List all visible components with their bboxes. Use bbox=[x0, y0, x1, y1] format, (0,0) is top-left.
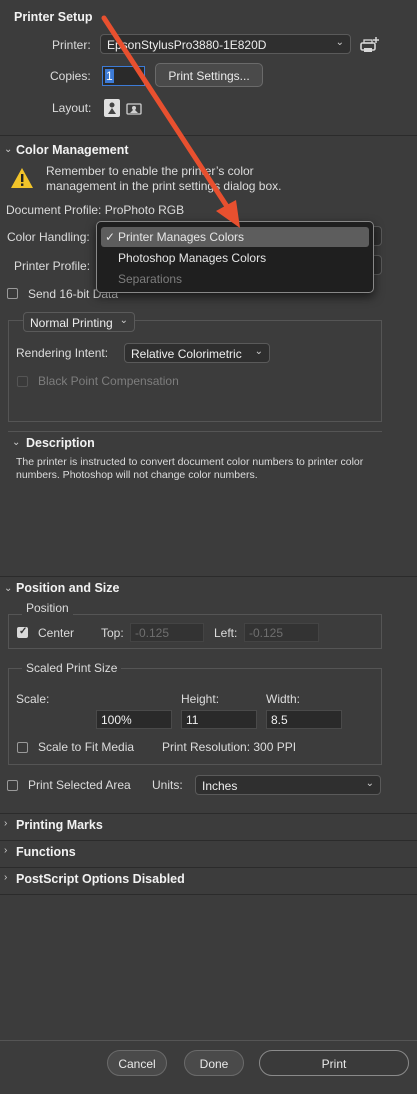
expand-chevron-icon[interactable]: ⌄ bbox=[4, 144, 12, 155]
units-label: Units: bbox=[152, 778, 183, 792]
expand-chevron-icon[interactable]: ⌄ bbox=[4, 583, 12, 594]
scale-to-fit-checkbox[interactable] bbox=[17, 742, 28, 753]
height-value: 11 bbox=[186, 713, 199, 727]
scale-to-fit-label: Scale to Fit Media bbox=[38, 740, 135, 754]
divider bbox=[0, 840, 417, 841]
divider bbox=[0, 576, 417, 577]
printer-profile-label: Printer Profile: bbox=[14, 259, 91, 273]
menu-item-photoshop-manages[interactable]: Photoshop Manages Colors bbox=[101, 248, 369, 268]
divider bbox=[0, 1040, 417, 1041]
print-selected-area-label: Print Selected Area bbox=[28, 778, 131, 792]
height-input[interactable]: 11 bbox=[181, 710, 257, 729]
width-label: Width: bbox=[266, 692, 301, 706]
divider bbox=[0, 894, 417, 895]
divider bbox=[0, 135, 417, 136]
printer-select-value: EpsonStylusPro3880-1E820D bbox=[107, 38, 267, 52]
scale-value: 100% bbox=[101, 713, 132, 727]
printing-marks-section[interactable]: Printing Marks bbox=[16, 818, 103, 832]
print-button[interactable]: Print bbox=[259, 1050, 409, 1076]
color-handling-label: Color Handling: bbox=[7, 230, 90, 244]
menu-item-label: Separations bbox=[118, 272, 183, 286]
menu-item-label: Photoshop Manages Colors bbox=[118, 251, 267, 265]
print-selected-area-checkbox[interactable] bbox=[7, 780, 18, 791]
color-reminder-text: Remember to enable the printer’s color m… bbox=[46, 164, 282, 193]
rendering-intent-select[interactable]: Relative Colorimetric ⌄ bbox=[124, 343, 270, 363]
normal-printing-select[interactable]: Normal Printing ⌄ bbox=[23, 312, 135, 332]
position-size-title: Position and Size bbox=[16, 581, 120, 595]
menu-item-label: Printer Manages Colors bbox=[118, 230, 245, 244]
scale-label: Scale: bbox=[16, 692, 50, 706]
copies-label: Copies: bbox=[50, 69, 91, 83]
left-label: Left: bbox=[214, 626, 238, 640]
printer-add-icon[interactable] bbox=[360, 36, 380, 57]
black-point-checkbox[interactable] bbox=[17, 376, 28, 387]
rendering-intent-label: Rendering Intent: bbox=[16, 346, 109, 360]
black-point-label: Black Point Compensation bbox=[38, 374, 179, 388]
landscape-layout-icon[interactable] bbox=[126, 101, 142, 115]
expand-chevron-icon[interactable]: ⌄ bbox=[12, 437, 20, 448]
top-value: -0.125 bbox=[135, 626, 170, 640]
portrait-layout-icon[interactable] bbox=[104, 99, 120, 117]
printer-select[interactable]: EpsonStylusPro3880-1E820D ⌄ bbox=[100, 34, 351, 54]
width-input[interactable]: 8.5 bbox=[266, 710, 342, 729]
top-label: Top: bbox=[101, 626, 124, 640]
postscript-section[interactable]: PostScript Options Disabled bbox=[16, 872, 185, 886]
printer-label: Printer: bbox=[52, 38, 91, 52]
collapse-chevron-icon[interactable]: › bbox=[4, 845, 7, 856]
chevron-down-icon: ⌄ bbox=[119, 315, 128, 326]
print-settings-button[interactable]: Print Settings... bbox=[155, 63, 263, 87]
warning-icon bbox=[10, 167, 34, 192]
description-text: The printer is instructed to convert doc… bbox=[16, 456, 364, 481]
center-checkbox[interactable] bbox=[17, 626, 28, 638]
copies-input[interactable]: 1 bbox=[102, 66, 145, 86]
cancel-button[interactable]: Cancel bbox=[107, 1050, 167, 1076]
height-label: Height: bbox=[181, 692, 220, 706]
printer-setup-title: Printer Setup bbox=[14, 10, 93, 24]
menu-item-separations: Separations bbox=[101, 269, 369, 289]
left-value: -0.125 bbox=[249, 626, 284, 640]
scale-input[interactable]: 100% bbox=[96, 710, 172, 729]
collapse-chevron-icon[interactable]: › bbox=[4, 872, 7, 883]
chevron-down-icon: ⌄ bbox=[254, 346, 263, 357]
normal-printing-value: Normal Printing bbox=[30, 316, 113, 330]
divider bbox=[0, 813, 417, 814]
top-input[interactable]: -0.125 bbox=[130, 623, 204, 642]
left-input[interactable]: -0.125 bbox=[244, 623, 319, 642]
description-title: Description bbox=[26, 436, 95, 450]
divider bbox=[8, 431, 382, 432]
divider bbox=[0, 867, 417, 868]
color-handling-menu: ✓ Printer Manages Colors Photoshop Manag… bbox=[96, 221, 374, 293]
center-label: Center bbox=[38, 626, 75, 640]
chevron-down-icon: ⌄ bbox=[365, 778, 374, 789]
menu-item-printer-manages[interactable]: ✓ Printer Manages Colors bbox=[101, 227, 369, 247]
position-label: Position bbox=[22, 601, 73, 615]
layout-label: Layout: bbox=[52, 101, 92, 115]
width-value: 8.5 bbox=[271, 713, 288, 727]
rendering-group bbox=[8, 320, 382, 422]
done-button[interactable]: Done bbox=[184, 1050, 244, 1076]
document-profile-text: Document Profile: ProPhoto RGB bbox=[6, 203, 185, 217]
collapse-chevron-icon[interactable]: › bbox=[4, 818, 7, 829]
functions-section[interactable]: Functions bbox=[16, 845, 76, 859]
units-value: Inches bbox=[202, 779, 238, 793]
units-select[interactable]: Inches ⌄ bbox=[195, 775, 381, 795]
checkmark-icon: ✓ bbox=[105, 230, 116, 244]
print-resolution-text: Print Resolution: 300 PPI bbox=[162, 740, 297, 754]
send-16bit-checkbox[interactable] bbox=[7, 288, 18, 299]
scaled-size-label: Scaled Print Size bbox=[22, 661, 122, 675]
chevron-down-icon: ⌄ bbox=[335, 37, 344, 48]
copies-value: 1 bbox=[105, 69, 114, 83]
color-management-title: Color Management bbox=[16, 143, 129, 157]
rendering-intent-value: Relative Colorimetric bbox=[131, 347, 242, 361]
